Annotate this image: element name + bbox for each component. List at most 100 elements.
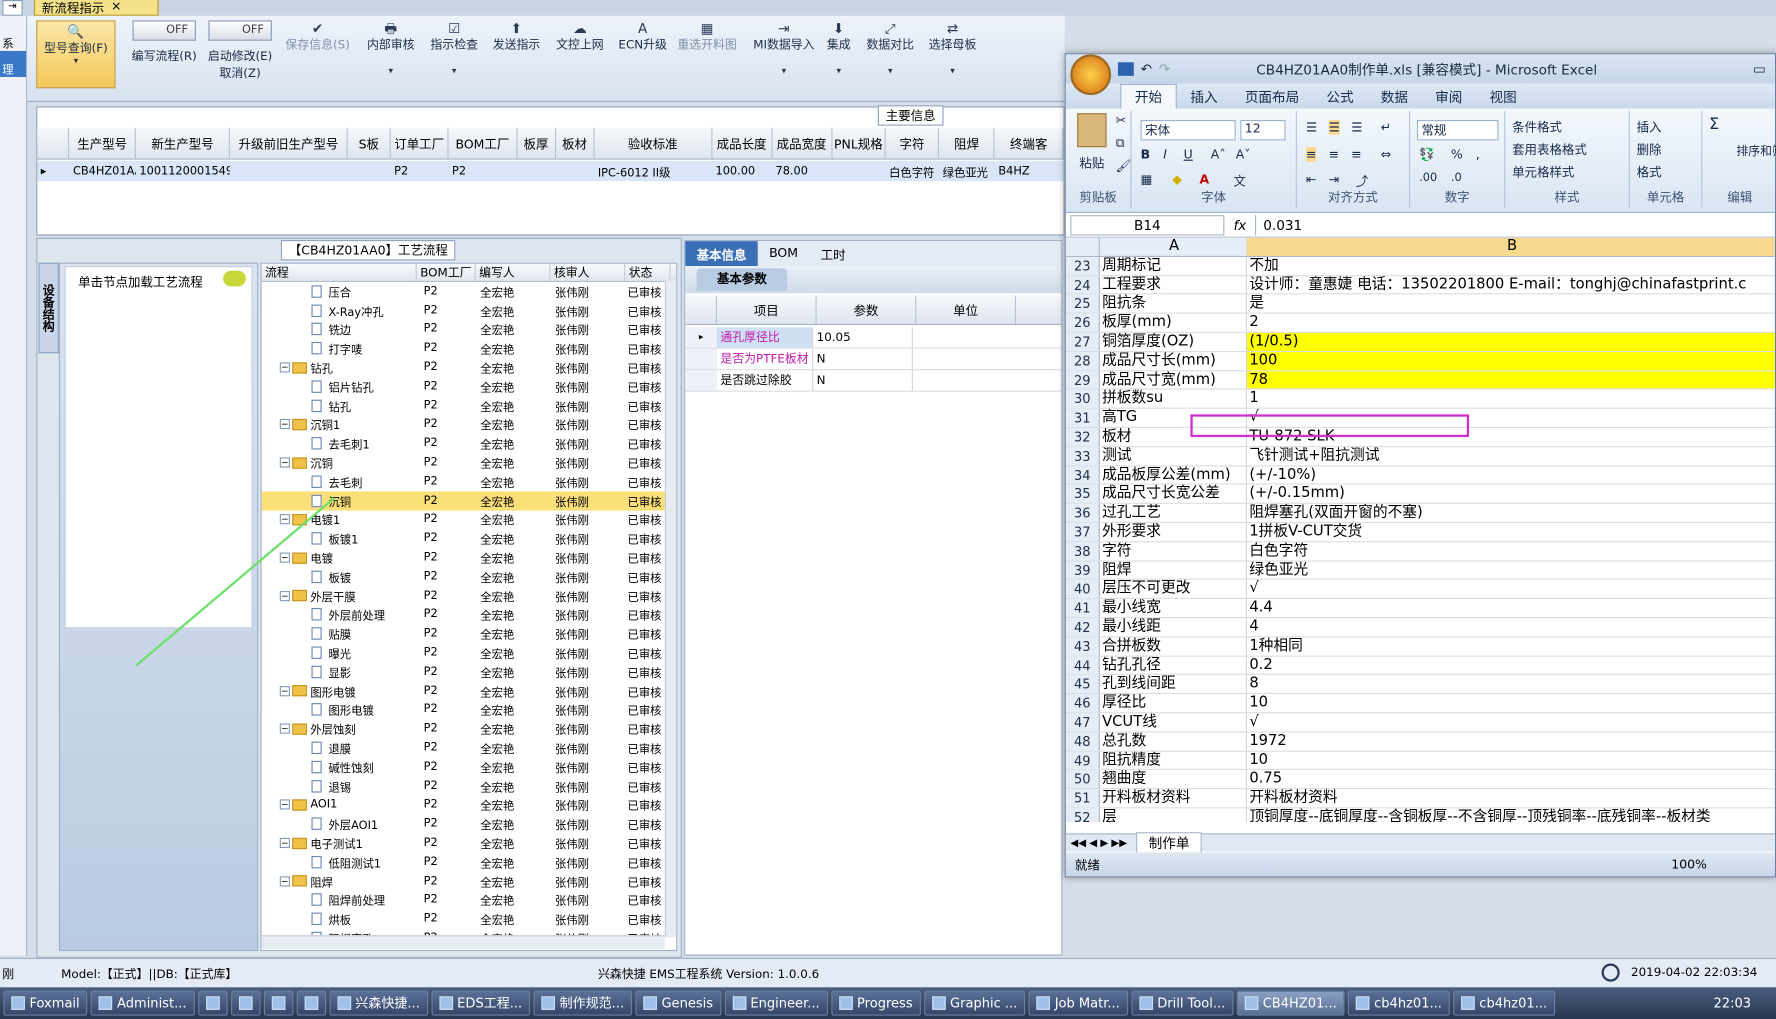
cell-a[interactable]: 拼板数su: [1100, 389, 1248, 408]
taskbar-button[interactable]: [296, 990, 326, 1016]
row-number[interactable]: 31: [1065, 408, 1100, 427]
row-number[interactable]: 36: [1065, 504, 1100, 522]
sort-filter-button[interactable]: 排序和筛选: [1736, 143, 1776, 160]
cell-b[interactable]: (+/-10%): [1247, 466, 1775, 484]
cell-a[interactable]: 外形要求: [1100, 523, 1248, 541]
redo-icon[interactable]: ↷: [1159, 61, 1170, 77]
row-number[interactable]: 27: [1065, 332, 1100, 351]
collapse-icon[interactable]: −: [279, 457, 290, 468]
grow-font-icon[interactable]: A˄: [1211, 147, 1226, 162]
zoom-level[interactable]: 100%: [1671, 857, 1707, 872]
currency-icon[interactable]: 💱: [1419, 147, 1435, 162]
send-instr-button[interactable]: ⬆ 发送指示: [493, 20, 541, 53]
row-number[interactable]: 30: [1065, 389, 1100, 408]
cell-a[interactable]: 翘曲度: [1100, 770, 1248, 789]
cell-a[interactable]: 最小线距: [1100, 618, 1248, 637]
param-cell[interactable]: 10.05: [812, 327, 912, 348]
taskbar-button[interactable]: Engineer...: [724, 990, 828, 1016]
taskbar-button[interactable]: 制作规范...: [533, 990, 633, 1016]
column-header[interactable]: 板厚: [517, 127, 556, 159]
formula-input[interactable]: 0.031: [1255, 214, 1775, 235]
column-header[interactable]: 生产型号: [70, 127, 136, 159]
copy-icon[interactable]: ⧉: [1116, 136, 1125, 152]
cell-a[interactable]: 钻孔孔径: [1100, 656, 1248, 675]
table-row[interactable]: 是否为PTFE板材 N: [685, 348, 1062, 371]
row-number[interactable]: 43: [1065, 637, 1100, 656]
select-parent-button[interactable]: ⇄ 选择母板 ▾: [929, 20, 977, 75]
border-icon[interactable]: ▦: [1141, 172, 1153, 187]
cell-a[interactable]: 测试: [1100, 446, 1248, 465]
row-number[interactable]: 26: [1065, 313, 1100, 332]
column-header-a[interactable]: A: [1100, 237, 1248, 256]
table-cell[interactable]: 10011200015492: [136, 161, 230, 181]
tree-hscrollbar[interactable]: [261, 935, 665, 949]
table-cell[interactable]: 100.00: [712, 161, 772, 181]
unit-cell[interactable]: [911, 327, 1012, 348]
taskbar-button[interactable]: 兴森快捷...: [329, 990, 428, 1016]
row-number[interactable]: 28: [1065, 351, 1100, 370]
row-number[interactable]: 50: [1065, 770, 1100, 789]
cell-a[interactable]: 板厚(mm): [1100, 313, 1248, 332]
column-header[interactable]: 阻焊: [939, 127, 996, 159]
mi-import-button[interactable]: ⇥ MI数据导入 ▾: [753, 20, 814, 75]
tree-column-header[interactable]: 核审人: [550, 263, 626, 281]
taskbar-button[interactable]: Job Matr...: [1028, 990, 1128, 1016]
cell-a[interactable]: 过孔工艺: [1100, 504, 1248, 522]
tree-row[interactable]: 打字唛 P2 全宏艳 张伟刚 已审核: [262, 339, 677, 358]
office-button-icon[interactable]: [1070, 54, 1112, 96]
cell-a[interactable]: 阻抗精度: [1100, 751, 1248, 770]
cell-b[interactable]: 开料板材资料: [1247, 789, 1775, 807]
tree-row[interactable]: 压合 P2 全宏艳 张伟刚 已审核: [262, 282, 677, 301]
cell-b[interactable]: 白色字符: [1247, 542, 1775, 560]
row-number[interactable]: 34: [1065, 465, 1100, 484]
font-color-icon[interactable]: A: [1199, 172, 1209, 187]
align-center-icon[interactable]: ≡: [1329, 147, 1339, 162]
tree-row[interactable]: 退锡 P2 全宏艳 张伟刚 已审核: [262, 776, 677, 795]
number-format-select[interactable]: 常规: [1416, 120, 1499, 141]
cell-b[interactable]: (+/-0.15mm): [1247, 485, 1775, 503]
align-bottom-icon[interactable]: ☰: [1351, 120, 1362, 135]
basic-column-header[interactable]: 单位: [916, 295, 1016, 324]
save-info-button[interactable]: ✔ 保存信息(S): [285, 20, 349, 53]
table-cell[interactable]: B4HZ: [995, 161, 1064, 181]
row-number[interactable]: 45: [1065, 675, 1100, 694]
cell-b[interactable]: 8: [1247, 675, 1775, 693]
cut-icon[interactable]: ✂: [1116, 113, 1126, 128]
taskbar-button[interactable]: Administ...: [91, 990, 195, 1016]
cell-b[interactable]: 0.75: [1247, 770, 1775, 788]
tree-row[interactable]: 外层AOI1 P2 全宏艳 张伟刚 已审核: [262, 814, 677, 833]
side-tab-equipment[interactable]: 设备结构: [38, 262, 59, 354]
cell-b[interactable]: 1拼板V-CUT交货: [1247, 523, 1775, 541]
row-number[interactable]: 25: [1065, 294, 1100, 313]
integrate-button[interactable]: ⬇ 集成 ▾: [827, 20, 851, 75]
table-cell[interactable]: [230, 161, 348, 181]
table-cell[interactable]: 白色字符: [886, 161, 940, 181]
column-header[interactable]: 终端客: [995, 127, 1064, 159]
indent-dec-icon[interactable]: ⇤: [1306, 172, 1316, 187]
row-number[interactable]: 48: [1065, 732, 1100, 751]
collapse-icon[interactable]: −: [279, 685, 290, 696]
cell-a[interactable]: 成品板厚公差(mm): [1100, 465, 1248, 484]
cell-b[interactable]: 不加: [1247, 257, 1775, 275]
row-number[interactable]: 38: [1065, 542, 1100, 560]
taskbar-button[interactable]: EDS工程...: [431, 990, 531, 1016]
tree-row[interactable]: 钻孔 P2 全宏艳 张伟刚 已审核: [262, 396, 677, 415]
undo-icon[interactable]: ↶: [1141, 61, 1152, 77]
taskbar-button[interactable]: cb4hz01...: [1348, 990, 1450, 1016]
table-cell[interactable]: [556, 161, 595, 181]
row-number[interactable]: 47: [1065, 713, 1100, 732]
table-cell[interactable]: 绿色亚光: [939, 161, 995, 181]
tree-column-header[interactable]: 编写人: [476, 263, 551, 281]
cell-b[interactable]: 10: [1247, 694, 1775, 712]
tree-row[interactable]: 图形电镀 P2 全宏艳 张伟刚 已审核: [262, 700, 677, 719]
table-cell[interactable]: IPC-6012 II级: [594, 161, 712, 181]
basic-tab[interactable]: 基本信息: [685, 241, 758, 267]
cell-b[interactable]: 78: [1247, 370, 1775, 389]
basic-column-header[interactable]: 参数: [817, 295, 917, 324]
font-size-select[interactable]: 12: [1240, 120, 1286, 141]
cell-b[interactable]: 绿色亚光: [1247, 561, 1775, 579]
table-cell[interactable]: P2: [449, 161, 518, 181]
cell-b[interactable]: 1种相同: [1247, 637, 1775, 655]
cell-b[interactable]: 2: [1247, 314, 1775, 332]
row-number[interactable]: 32: [1065, 427, 1100, 446]
